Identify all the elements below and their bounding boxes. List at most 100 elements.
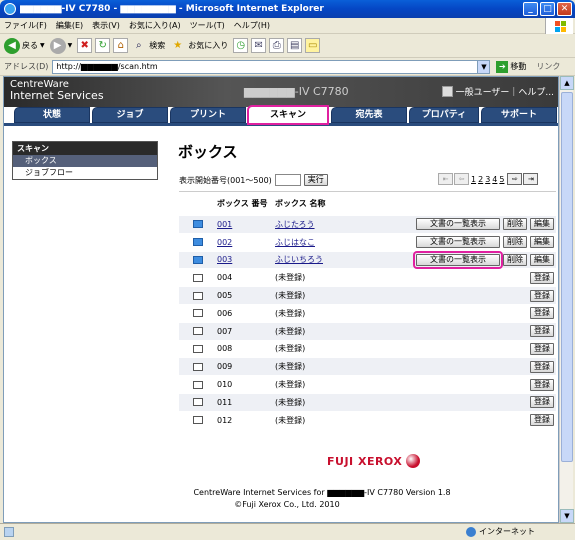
box-name[interactable]: ふじいちろう: [275, 254, 416, 265]
menu-tools[interactable]: ツール(T): [190, 20, 225, 31]
left-nav-item-jobflow[interactable]: ジョブフロー: [13, 167, 157, 179]
run-button[interactable]: 実行: [303, 174, 328, 186]
table-row: 005 (未登録) 登録: [179, 286, 556, 304]
register-button[interactable]: 登録: [530, 360, 554, 373]
box-name[interactable]: ふじたろう: [275, 219, 416, 230]
mail-icon[interactable]: ✉: [251, 38, 267, 53]
folder-icon-cell: [179, 327, 217, 336]
register-button[interactable]: 登録: [530, 307, 554, 320]
vertical-scrollbar[interactable]: ▲ ▼: [559, 76, 574, 523]
start-number-row: 表示開始番号(001〜500) 実行: [179, 174, 328, 186]
back-dropdown-icon[interactable]: ▼: [40, 42, 45, 49]
tab-jobs[interactable]: ジョブ: [92, 107, 168, 123]
edit-button[interactable]: 編集: [530, 236, 554, 249]
list-docs-button[interactable]: 文書の一覧表示: [416, 236, 500, 249]
scroll-thumb[interactable]: [561, 92, 573, 462]
window-title-bar[interactable]: ▆▆▆▆▆▆-IV C7780 - ▆▆▆▆▆▆▆▆ - Microsoft I…: [0, 0, 575, 18]
register-button[interactable]: 登録: [530, 271, 554, 284]
address-dropdown-icon[interactable]: ▼: [477, 60, 490, 73]
edit-page-icon[interactable]: ▤: [287, 38, 303, 53]
last-page-icon[interactable]: ⇥: [523, 173, 539, 185]
refresh-icon[interactable]: ↻: [95, 38, 111, 53]
start-number-input[interactable]: [274, 174, 301, 186]
history-icon[interactable]: ◷: [233, 38, 249, 53]
page-link-2[interactable]: 2: [478, 175, 483, 184]
list-docs-button[interactable]: 文書の一覧表示: [416, 218, 500, 231]
tab-support[interactable]: サポート: [481, 107, 557, 123]
row-actions: 登録: [530, 307, 556, 320]
close-button[interactable]: ✕: [557, 2, 572, 16]
delete-button[interactable]: 削除: [503, 236, 527, 249]
folder-icon-cell: [179, 380, 217, 389]
scroll-down-icon[interactable]: ▼: [560, 509, 574, 523]
table-row: 007 (未登録) 登録: [179, 321, 556, 340]
user-label[interactable]: 一般ユーザー｜ヘルプ...: [456, 85, 554, 98]
forward-arrow-icon: ▶: [49, 37, 66, 54]
links-button[interactable]: リンク: [536, 61, 560, 72]
tab-properties[interactable]: プロパティ: [409, 107, 479, 123]
box-number: 005: [217, 291, 233, 301]
menu-edit[interactable]: 編集(E): [56, 20, 83, 31]
folder-icon-cell: [179, 220, 217, 229]
box-number: 012: [217, 415, 233, 425]
delete-button[interactable]: 削除: [503, 218, 527, 231]
tab-scan[interactable]: スキャン: [247, 105, 329, 125]
back-button[interactable]: ◀ 戻る ▼: [4, 37, 45, 54]
register-button[interactable]: 登録: [530, 342, 554, 355]
menu-favorites[interactable]: お気に入り(A): [129, 20, 181, 31]
table-header: ボックス 番号 ボックス 名称: [179, 191, 556, 215]
tab-print[interactable]: プリント: [170, 107, 246, 123]
user-menu[interactable]: 一般ユーザー｜ヘルプ...: [441, 85, 554, 98]
row-actions: 登録: [530, 360, 556, 373]
tab-address-book[interactable]: 宛先表: [331, 107, 407, 123]
menu-file[interactable]: ファイル(F): [4, 20, 47, 31]
fuji-xerox-logo: FUJI XEROX: [327, 454, 421, 468]
page-link-5[interactable]: 5: [499, 175, 504, 184]
box-number[interactable]: 002: [217, 238, 275, 247]
logo-text: FUJI XEROX: [327, 454, 403, 468]
scroll-up-icon[interactable]: ▲: [560, 76, 574, 90]
edit-button[interactable]: 編集: [530, 218, 554, 231]
maximize-button[interactable]: □: [540, 2, 555, 16]
search-button[interactable]: ⌕ 検索: [131, 38, 165, 53]
messenger-icon[interactable]: ▭: [305, 38, 321, 53]
page-link-4[interactable]: 4: [492, 175, 497, 184]
cws-header: CentreWare Internet Services ▆▆▆▆▆▆-IV C…: [4, 77, 558, 107]
menu-view[interactable]: 表示(V): [92, 20, 120, 31]
go-button[interactable]: ➔ 移動: [496, 60, 526, 73]
list-docs-button[interactable]: 文書の一覧表示: [413, 250, 503, 269]
box-number[interactable]: 003: [217, 255, 275, 264]
forward-button[interactable]: ▶ ▼: [49, 37, 73, 54]
address-input[interactable]: http://▆▆▆▆▆▆/scan.htm ▼: [52, 59, 491, 74]
edit-button[interactable]: 編集: [530, 253, 554, 266]
tab-status[interactable]: 状態: [14, 107, 90, 123]
register-button[interactable]: 登録: [530, 378, 554, 391]
menu-help[interactable]: ヘルプ(H): [234, 20, 270, 31]
home-icon[interactable]: ⌂: [113, 38, 129, 53]
address-bar: アドレス(D) http://▆▆▆▆▆▆/scan.htm ▼ ➔ 移動 リン…: [0, 58, 575, 76]
first-page-icon[interactable]: ⇤: [438, 173, 453, 185]
minimize-button[interactable]: _: [523, 2, 538, 16]
prev-page-icon[interactable]: ⇦: [454, 173, 469, 185]
menu-bar: ファイル(F) 編集(E) 表示(V) お気に入り(A) ツール(T) ヘルプ(…: [0, 18, 575, 34]
register-button[interactable]: 登録: [530, 325, 554, 338]
box-name: (未登録): [275, 326, 306, 336]
register-button[interactable]: 登録: [530, 396, 554, 409]
delete-button[interactable]: 削除: [503, 253, 527, 266]
favorites-button[interactable]: ★ お気に入り: [170, 38, 228, 53]
page-link-1[interactable]: 1: [471, 175, 476, 184]
print-icon[interactable]: ⎙: [269, 38, 285, 53]
next-page-icon[interactable]: ⇨: [507, 173, 523, 185]
stop-icon[interactable]: ✖: [77, 38, 93, 53]
forward-dropdown-icon[interactable]: ▼: [68, 42, 73, 49]
left-nav-item-box[interactable]: ボックス: [13, 155, 157, 167]
page-link-3[interactable]: 3: [485, 175, 490, 184]
box-number[interactable]: 001: [217, 220, 275, 229]
ie-app-icon: [4, 3, 16, 15]
box-name: (未登録): [275, 308, 306, 318]
register-button[interactable]: 登録: [530, 414, 554, 427]
row-actions: 登録: [530, 342, 556, 355]
register-button[interactable]: 登録: [530, 289, 554, 302]
box-name[interactable]: ふじはなこ: [275, 237, 416, 248]
table-row: 009 (未登録) 登録: [179, 357, 556, 376]
